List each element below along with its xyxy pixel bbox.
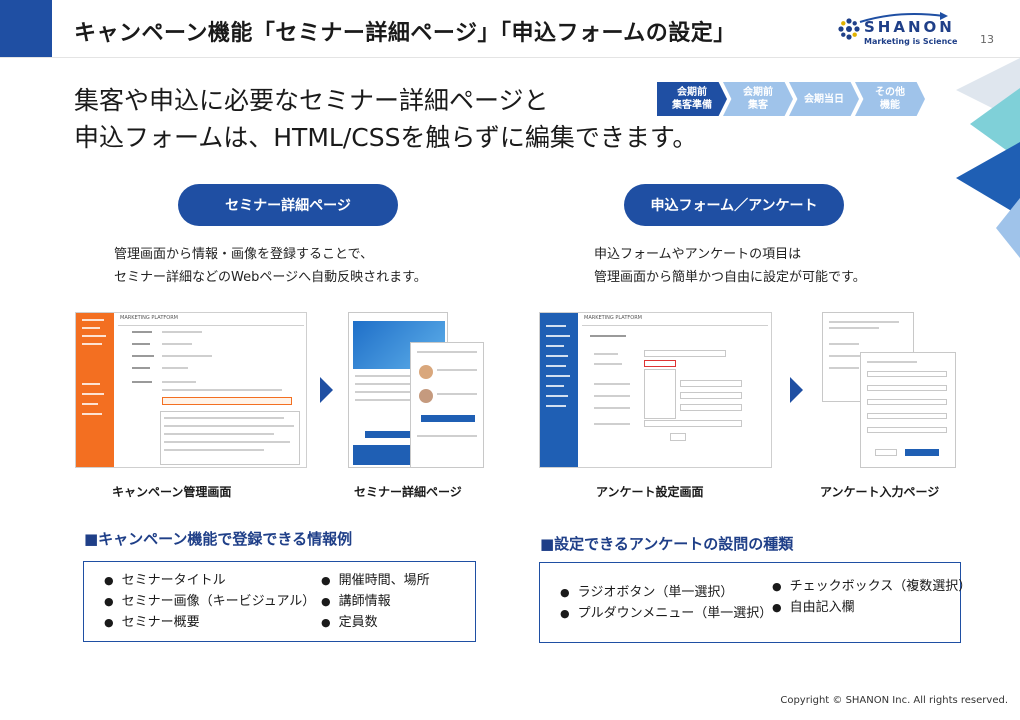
admin-brand: MARKETING PLATFORM (120, 315, 178, 321)
list-item: 自由記入欄 (772, 597, 971, 618)
caption-seminar-detail: セミナー詳細ページ (354, 485, 462, 499)
arrow-right-icon (320, 377, 333, 403)
list-item: 定員数 (321, 612, 430, 633)
caption-survey-settings: アンケート設定画面 (596, 485, 704, 499)
copyright: Copyright © SHANON Inc. All rights reser… (780, 695, 1008, 706)
survey-admin-sidebar (540, 313, 578, 467)
desc-line: 管理画面から情報・画像を登録することで、 (114, 247, 374, 262)
list-item: 開催時間、場所 (321, 570, 430, 591)
list-item: プルダウンメニュー（単一選択） (560, 603, 773, 624)
list-item: セミナー画像（キービジュアル） (104, 591, 316, 612)
campaign-info-box: セミナータイトル セミナー画像（キービジュアル） セミナー概要 開催時間、場所 … (83, 561, 476, 642)
step-label: 会期前 集客 (743, 87, 773, 111)
survey-types-list-1: ラジオボタン（単一選択） プルダウンメニュー（単一選択） (560, 582, 773, 624)
list-item: セミナータイトル (104, 570, 315, 591)
decorative-triangles (956, 58, 1020, 258)
lead-text: 集客や申込に必要なセミナー詳細ページと 申込フォームは、HTML/CSSを触らず… (74, 82, 697, 156)
step-label: その他 機能 (875, 87, 905, 111)
logo-tagline: Marketing is Science (864, 37, 958, 46)
page-number: 13 (980, 33, 994, 46)
header-accent-block (0, 0, 52, 58)
header-divider (0, 57, 1020, 58)
seminar-page-description: 管理画面から情報・画像を登録することで、 セミナー詳細などのWebページへ自動反… (114, 243, 427, 289)
desc-line: セミナー詳細などのWebページへ自動反映されます。 (114, 270, 427, 285)
admin-sidebar (76, 313, 114, 467)
arrow-right-icon (790, 377, 803, 403)
logo-name: SHANON (864, 18, 955, 36)
list-item: ラジオボタン（単一選択） (560, 582, 772, 603)
caption-campaign-admin: キャンペーン管理画面 (112, 485, 232, 499)
list-item: チェックボックス（複数選択） (772, 576, 972, 597)
form-survey-pill: 申込フォーム／アンケート (624, 184, 844, 226)
lead-line-1: 集客や申込に必要なセミナー詳細ページと (74, 86, 549, 115)
campaign-info-list-1: セミナータイトル セミナー画像（キービジュアル） セミナー概要 (104, 570, 316, 633)
step-other-features: その他 機能 (855, 82, 925, 116)
survey-settings-screenshot: MARKETING PLATFORM (539, 312, 772, 468)
shanon-logo: SHANON Marketing is Science (838, 12, 957, 50)
step-label: 会期当日 (804, 93, 844, 105)
list-item: 講師情報 (321, 591, 430, 612)
desc-line: 申込フォームやアンケートの項目は (594, 247, 802, 262)
step-event-day: 会期当日 (789, 82, 859, 116)
seminar-detail-screenshot (348, 312, 484, 468)
survey-brand: MARKETING PLATFORM (584, 315, 642, 321)
list-item: セミナー概要 (104, 612, 315, 633)
desc-line: 管理画面から簡単かつ自由に設定が可能です。 (594, 270, 866, 285)
campaign-info-list-2: 開催時間、場所 講師情報 定員数 (321, 570, 430, 633)
campaign-admin-screenshot: MARKETING PLATFORM (75, 312, 307, 468)
shanon-logo-icon (838, 18, 860, 40)
survey-types-box: ラジオボタン（単一選択） プルダウンメニュー（単一選択） チェックボックス（複数… (539, 562, 971, 643)
survey-input-screenshot (822, 312, 958, 468)
lead-line-2: 申込フォームは、HTML/CSSを触らずに編集できます。 (74, 123, 698, 152)
seminar-page-pill: セミナー詳細ページ (178, 184, 398, 226)
campaign-info-heading: ■キャンペーン機能で登録できる情報例 (84, 530, 353, 548)
slide-title: キャンペーン機能「セミナー詳細ページ」「申込フォームの設定」 (74, 21, 736, 46)
step-pre-event-prep: 会期前 集客準備 (657, 82, 727, 116)
form-survey-description: 申込フォームやアンケートの項目は 管理画面から簡単かつ自由に設定が可能です。 (594, 243, 866, 289)
survey-types-list-2: チェックボックス（複数選択） 自由記入欄 (772, 576, 972, 618)
phase-steps: 会期前 集客準備 会期前 集客 会期当日 その他 機能 (657, 82, 925, 116)
step-label: 会期前 集客準備 (672, 87, 712, 111)
caption-survey-input: アンケート入力ページ (820, 485, 940, 499)
survey-types-heading: ■設定できるアンケートの設問の種類 (540, 535, 794, 553)
step-pre-event-promotion: 会期前 集客 (723, 82, 793, 116)
